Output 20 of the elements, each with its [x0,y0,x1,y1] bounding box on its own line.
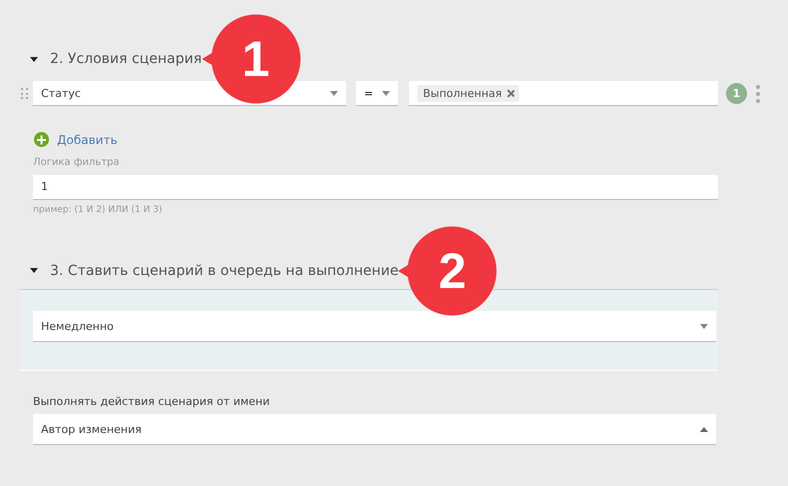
add-link[interactable]: Добавить [57,132,118,146]
field-select[interactable]: Статус [33,81,346,106]
remove-icon[interactable] [506,90,514,96]
add-icon[interactable] [34,132,49,147]
collapse-caret-icon[interactable] [30,56,38,62]
value-field[interactable]: Выполненная [409,81,718,106]
operator-select[interactable]: = [356,81,398,106]
hint-text: пример: (1 И 2) ИЛИ (1 И 3) [33,205,164,215]
section-title: 2. Условия сценария [50,51,202,67]
run-as-select[interactable]: Автор изменения [33,414,716,445]
section-title: 3. Ставить сценарий в очередь на выполнение [50,262,398,278]
timing-select[interactable]: Немедленно [33,311,716,342]
drag-handle-icon[interactable] [21,88,28,99]
more-menu-icon[interactable] [756,84,760,102]
field-label: Выполнять действия сценария от имени [33,395,271,408]
condition-number: 1 [726,83,747,104]
value-tag: Выполненная [417,84,519,102]
field-label: Логика фильтра [33,157,120,168]
collapse-caret-icon[interactable] [30,268,38,273]
input-field[interactable]: 1 [33,175,718,200]
